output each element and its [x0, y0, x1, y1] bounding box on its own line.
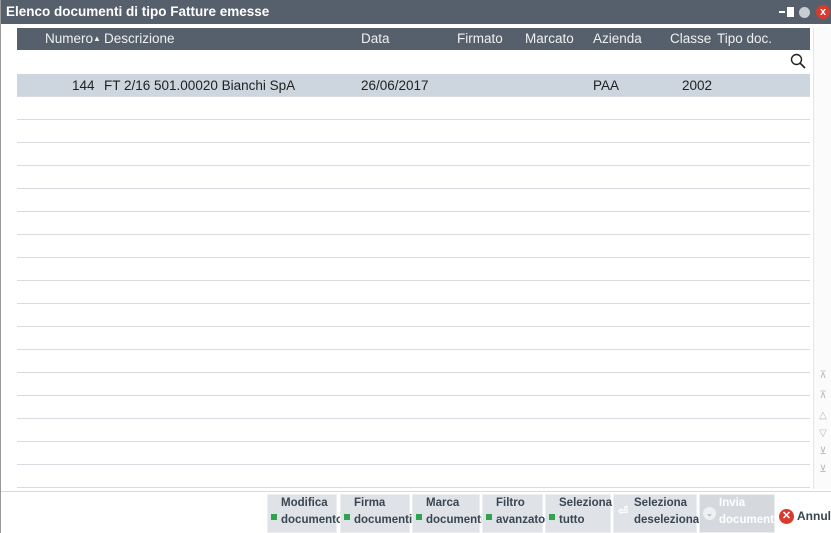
chevron-down-icon: ⌄ — [703, 507, 716, 520]
scroll-last-icon[interactable]: ⊻ — [817, 464, 829, 476]
firma-documenti-button[interactable]: Firma documenti — [340, 494, 412, 533]
action-toolbar: Modifica documento Firma documenti Marca… — [1, 491, 831, 533]
table-row-empty — [17, 327, 810, 350]
column-header-classe[interactable]: Classe — [670, 31, 711, 46]
modifica-documento-button[interactable]: Modifica documento — [267, 494, 343, 533]
annulla-button[interactable]: ✕ Annull — [779, 506, 831, 526]
column-header-tipo-doc[interactable]: Tipo doc. — [717, 31, 772, 46]
shortcut-key-icon — [271, 514, 277, 520]
cell-classe: 2002 — [682, 78, 713, 93]
table-row-empty — [17, 373, 810, 396]
cell-data: 26/06/2017 — [361, 78, 429, 93]
scroll-up-icon[interactable]: △ — [817, 410, 829, 422]
cell-descrizione: FT 2/16 501.00020 Bianchi SpA — [104, 78, 296, 93]
table-row-empty — [17, 396, 810, 419]
table-row-empty — [17, 350, 810, 373]
column-header-numero[interactable]: Numero▲ — [45, 31, 101, 46]
close-icon[interactable]: x — [816, 5, 830, 19]
cell-numero: 144 — [72, 78, 95, 93]
pin-icon[interactable] — [779, 6, 794, 18]
table-row-empty — [17, 120, 810, 143]
shortcut-key-icon — [486, 514, 492, 520]
document-table: 144 FT 2/16 501.00020 Bianchi SpA 26/06/… — [17, 74, 810, 489]
scroll-first-icon[interactable]: ⊼ — [817, 370, 829, 382]
return-key-icon: ⏎ — [618, 504, 629, 518]
search-filter-row[interactable] — [17, 52, 810, 72]
minimize-icon[interactable] — [799, 6, 810, 18]
table-row[interactable]: 144 FT 2/16 501.00020 Bianchi SpA 26/06/… — [17, 74, 810, 97]
table-row-empty — [17, 212, 810, 235]
scroll-page-down-icon[interactable]: ⊻ — [817, 446, 829, 458]
table-row-empty — [17, 442, 810, 465]
column-header-descrizione[interactable]: Descrizione — [104, 31, 175, 46]
column-header-marcato[interactable]: Marcato — [525, 31, 574, 46]
marca-documenti-button[interactable]: Marca documenti — [412, 494, 484, 533]
shortcut-key-icon — [344, 514, 350, 520]
cancel-icon: ✕ — [779, 508, 794, 524]
scroll-page-up-icon[interactable]: ⊼ — [817, 390, 829, 402]
table-row-empty — [17, 258, 810, 281]
document-list-window: Elenco documenti di tipo Fatture emesse … — [0, 0, 831, 533]
title-bar-controls: x — [779, 4, 831, 20]
vertical-scrollbar[interactable]: ⊼ ⊼ △ ▽ ⊻ ⊻ — [813, 28, 831, 489]
table-row-empty — [17, 419, 810, 442]
title-bar: Elenco documenti di tipo Fatture emesse … — [1, 0, 831, 24]
filtro-avanzato-button[interactable]: Filtro avanzato — [482, 494, 545, 533]
cell-azienda: PAA — [593, 78, 620, 93]
window-title: Elenco documenti di tipo Fatture emesse — [6, 4, 270, 19]
invia-documenti-button[interactable]: ⌄ Invia documenti — [699, 494, 777, 533]
table-row-empty — [17, 281, 810, 304]
table-row-empty — [17, 166, 810, 189]
column-header-data[interactable]: Data — [361, 31, 390, 46]
shortcut-key-icon — [549, 514, 555, 520]
table-row-empty — [17, 143, 810, 166]
scroll-down-icon[interactable]: ▽ — [817, 428, 829, 440]
column-header-azienda[interactable]: Azienda — [593, 31, 642, 46]
sort-ascending-icon: ▲ — [93, 34, 101, 43]
table-row-empty — [17, 465, 810, 488]
shortcut-key-icon — [416, 514, 422, 520]
table-row-empty — [17, 235, 810, 258]
column-header: Numero▲ Descrizione Data Firmato Marcato… — [17, 28, 810, 50]
table-row-empty — [17, 189, 810, 212]
table-row-empty — [17, 304, 810, 327]
search-icon[interactable] — [790, 53, 806, 69]
table-row-empty — [17, 97, 810, 120]
column-header-firmato[interactable]: Firmato — [457, 31, 503, 46]
seleziona-deseleziona-button[interactable]: ⏎ Seleziona deseleziona — [613, 494, 699, 533]
seleziona-tutto-button[interactable]: Seleziona tutto — [545, 494, 612, 533]
